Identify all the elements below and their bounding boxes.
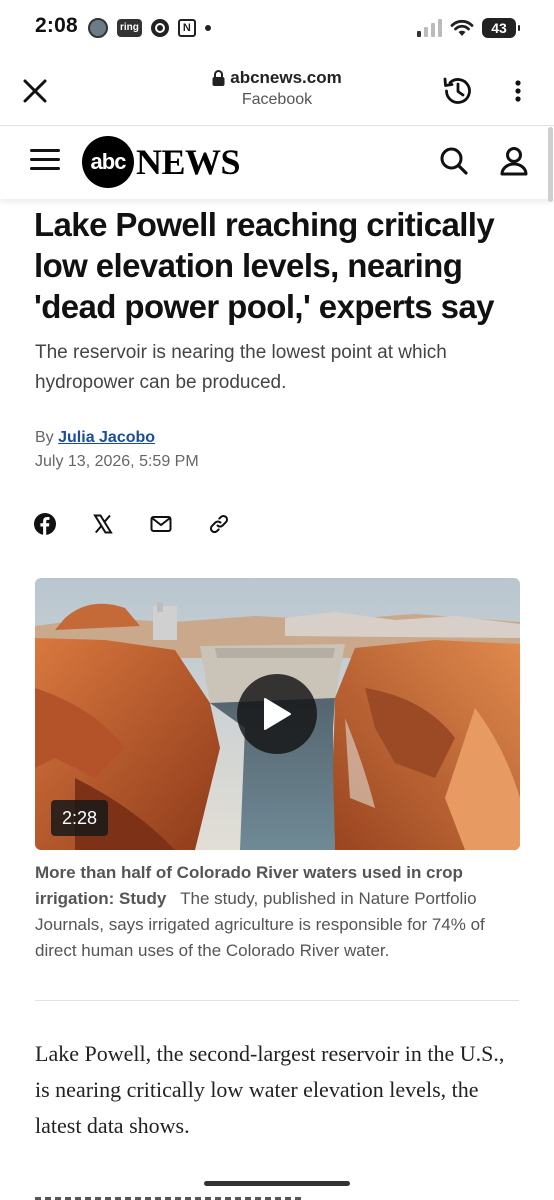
status-bar: 2:08 ring N 43 <box>0 0 554 56</box>
author-link[interactable]: Julia Jacobo <box>58 429 155 446</box>
site-header: abc NEWS <box>0 127 554 199</box>
signal-strength-icon <box>417 19 442 37</box>
more-vert-icon <box>515 80 521 102</box>
history-icon <box>443 77 471 104</box>
abc-logo[interactable]: abc <box>82 136 134 188</box>
byline: By Julia Jacobo <box>35 429 155 447</box>
publish-date: July 13, 2026, 5:59 PM <box>35 453 199 470</box>
avatar-notification-icon <box>88 18 108 38</box>
play-icon <box>264 698 291 730</box>
account-button[interactable] <box>498 145 530 177</box>
share-bar <box>33 512 231 536</box>
more-options-button[interactable] <box>506 76 530 106</box>
x-icon <box>93 514 113 534</box>
home-indicator[interactable] <box>204 1181 350 1186</box>
byline-prefix: By <box>35 429 54 446</box>
system-icons: 43 <box>417 17 520 39</box>
user-icon <box>500 147 528 176</box>
video-player[interactable]: 2:28 <box>35 578 520 850</box>
chrome-icon <box>150 19 169 37</box>
link-icon <box>209 514 229 534</box>
notification-icons: ring N <box>88 17 211 39</box>
video-duration-badge: 2:28 <box>51 800 109 836</box>
ring-app-icon: ring <box>117 19 142 37</box>
partially-visible-text-line <box>35 1192 307 1200</box>
share-x-button[interactable] <box>91 512 115 536</box>
lock-icon <box>212 70 225 86</box>
battery-indicator: 43 <box>482 18 520 38</box>
scrollbar[interactable] <box>548 127 553 202</box>
hamburger-menu-icon[interactable] <box>30 149 60 175</box>
copy-link-button[interactable] <box>207 512 231 536</box>
in-app-browser-bar: abcnews.com Facebook <box>0 56 554 126</box>
video-caption: More than half of Colorado River waters … <box>35 860 515 964</box>
email-icon <box>150 516 172 532</box>
search-icon <box>440 147 468 175</box>
wifi-icon <box>450 19 474 36</box>
section-divider <box>35 1000 519 1001</box>
article-subheadline: The reservoir is nearing the lowest poin… <box>35 342 447 393</box>
article-body-paragraph: Lake Powell, the second-largest reservoi… <box>35 1041 505 1138</box>
play-button[interactable] <box>237 674 317 754</box>
brand-news-wordmark[interactable]: NEWS <box>136 141 241 183</box>
more-notifications-dot-icon <box>204 25 211 31</box>
close-icon <box>23 79 47 103</box>
close-button[interactable] <box>18 74 52 108</box>
nfc-icon: N <box>177 19 196 37</box>
share-email-button[interactable] <box>149 512 173 536</box>
article-headline: Lake Powell reaching critically low elev… <box>34 206 495 325</box>
status-time: 2:08 <box>35 14 78 37</box>
facebook-icon <box>34 513 56 535</box>
share-facebook-button[interactable] <box>33 512 57 536</box>
url-display[interactable]: abcnews.com Facebook <box>127 68 427 109</box>
url-domain: abcnews.com <box>230 68 342 87</box>
referrer-label: Facebook <box>241 91 313 108</box>
search-button[interactable] <box>438 145 470 177</box>
history-button[interactable] <box>440 73 476 109</box>
